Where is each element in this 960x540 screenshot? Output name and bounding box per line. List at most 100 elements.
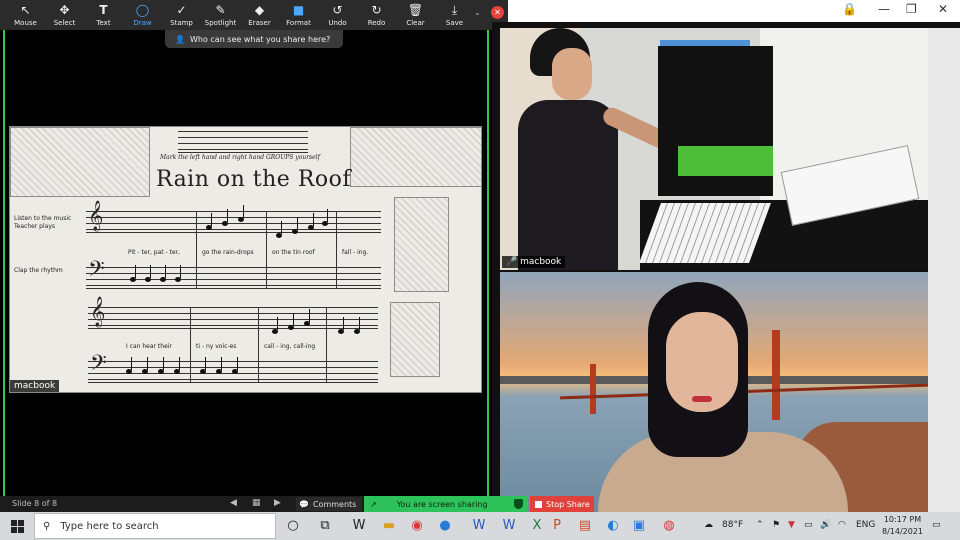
zoom-app-icon[interactable]: ●: [436, 517, 454, 535]
cortana-icon[interactable]: ○: [284, 517, 302, 535]
mouse-pointer-icon: ↖: [20, 3, 31, 17]
participant-name-tag: 🎤 macbook: [502, 256, 566, 268]
weather-temp[interactable]: 88°F: [722, 520, 743, 530]
note: [126, 357, 132, 374]
slide-grid-icon[interactable]: ▦: [252, 498, 261, 508]
treble-staff-2: [88, 307, 378, 329]
spotlight-icon: ✎: [215, 3, 226, 17]
edge-icon[interactable]: ◐: [604, 517, 622, 535]
undo-icon: ↺: [332, 3, 343, 17]
tool-mouse[interactable]: ↖ Mouse: [6, 0, 45, 30]
tool-undo[interactable]: ↺ Undo: [318, 0, 357, 30]
save-icon: ⤓: [451, 3, 458, 17]
redo-icon: ↻: [371, 3, 382, 17]
next-slide-icon[interactable]: ▶: [274, 498, 281, 508]
note: [206, 213, 212, 230]
tool-spotlight[interactable]: ✎ Spotlight: [201, 0, 240, 30]
search-icon: ⚲: [43, 520, 51, 532]
network-icon[interactable]: ▭: [804, 520, 813, 530]
excel-icon[interactable]: X: [528, 517, 546, 535]
slide-indicator: Slide 8 of 8: [12, 499, 58, 508]
lyric-1-3: on the tin roof: [272, 249, 315, 256]
wifi-icon[interactable]: ◠: [838, 520, 846, 530]
task-view-icon[interactable]: ⧉: [316, 517, 334, 535]
save-dropdown-chevron-icon[interactable]: ⌄: [474, 8, 481, 17]
note: [292, 217, 298, 234]
participant-name-tag: macbook: [10, 380, 60, 392]
note: [276, 221, 282, 238]
note: [272, 317, 278, 334]
note: [238, 205, 244, 222]
note: [142, 357, 148, 374]
word-doc-icon[interactable]: W: [470, 517, 488, 535]
participant-video-student: 🎤 macbook: [500, 28, 928, 270]
barline: [326, 307, 327, 383]
clock-date: 8/14/2021: [882, 527, 924, 536]
who-can-see-button[interactable]: 👤 Who can see what you share here?: [165, 30, 343, 48]
tool-eraser[interactable]: ◆ Eraser: [240, 0, 279, 30]
chrome-icon[interactable]: ◉: [408, 517, 426, 535]
lock-icon[interactable]: 🔒: [842, 2, 857, 16]
tool-clear[interactable]: 🗑 Clear: [396, 0, 435, 30]
recording-icon[interactable]: ◍: [660, 517, 678, 535]
weather-icon[interactable]: ☁: [704, 520, 713, 530]
tool-draw[interactable]: ◯ Draw: [123, 0, 162, 30]
note: [288, 313, 294, 330]
restore-icon[interactable]: ❐: [906, 2, 917, 16]
note: [130, 265, 136, 282]
note: [338, 317, 344, 334]
tool-select[interactable]: ✥ Select: [45, 0, 84, 30]
barline: [258, 307, 259, 383]
note: [145, 265, 151, 282]
bridge-tower-left: [590, 364, 596, 414]
word-app-icon[interactable]: W: [350, 517, 368, 535]
tool-format[interactable]: ■ Format: [279, 0, 318, 30]
prev-slide-icon[interactable]: ◀: [230, 498, 237, 508]
word-doc-2-icon[interactable]: W: [500, 517, 518, 535]
format-icon: ■: [292, 3, 305, 17]
lyric-1-2: go the rain-drops: [202, 249, 254, 256]
file-explorer-icon[interactable]: ▬: [380, 517, 398, 535]
dress: [518, 100, 618, 270]
minimize-icon[interactable]: —: [878, 2, 890, 16]
trash-icon: 🗑: [407, 3, 424, 17]
language-indicator[interactable]: ENG: [856, 520, 875, 530]
tool-stamp[interactable]: ✓ Stamp: [162, 0, 201, 30]
powerpoint-icon[interactable]: P: [548, 517, 566, 535]
note: [160, 265, 166, 282]
note: [232, 357, 238, 374]
lyric-2-1: I can hear their: [126, 343, 172, 350]
barline: [336, 211, 337, 289]
move-icon: ✥: [59, 3, 70, 17]
volume-icon[interactable]: 🔊: [820, 520, 831, 530]
roof-illustration: [350, 127, 481, 187]
zoom-video-icon[interactable]: ▣: [630, 517, 648, 535]
notification-icon[interactable]: ▭: [932, 520, 941, 530]
comments-button[interactable]: 💬 Comments: [296, 497, 362, 511]
instruction-text: Mark the left hand and right hand GROUPS…: [160, 154, 320, 161]
tray-vpn-icon[interactable]: ▼: [788, 520, 795, 530]
house-illustration: [394, 197, 449, 292]
tree-illustration: [10, 127, 150, 197]
taskbar-search[interactable]: ⚲ Type here to search: [34, 513, 276, 539]
barline: [190, 307, 191, 383]
note: [158, 357, 164, 374]
background-window: [928, 28, 960, 512]
tray-app-icon[interactable]: ⚑: [772, 520, 780, 530]
barline: [196, 211, 197, 289]
taskbar-clock[interactable]: 10:17 PM 8/14/2021: [882, 514, 923, 538]
tool-redo[interactable]: ↻ Redo: [357, 0, 396, 30]
side-note-2: Clap the rhythm: [14, 267, 63, 274]
note: [200, 357, 206, 374]
close-annotation-icon[interactable]: ✕: [491, 6, 504, 19]
tray-chevron-icon[interactable]: ⌃: [756, 520, 764, 530]
close-icon[interactable]: ✕: [938, 2, 948, 16]
stop-share-button[interactable]: Stop Share: [530, 496, 594, 512]
tool-save[interactable]: ⤓ Save: [435, 0, 474, 30]
pdf-icon[interactable]: ▤: [576, 517, 594, 535]
start-button[interactable]: [0, 512, 34, 540]
note: [222, 209, 228, 226]
eraser-icon: ◆: [254, 3, 265, 17]
lyric-1-4: fall - ing.: [342, 249, 369, 256]
tool-text[interactable]: T Text: [84, 0, 123, 30]
